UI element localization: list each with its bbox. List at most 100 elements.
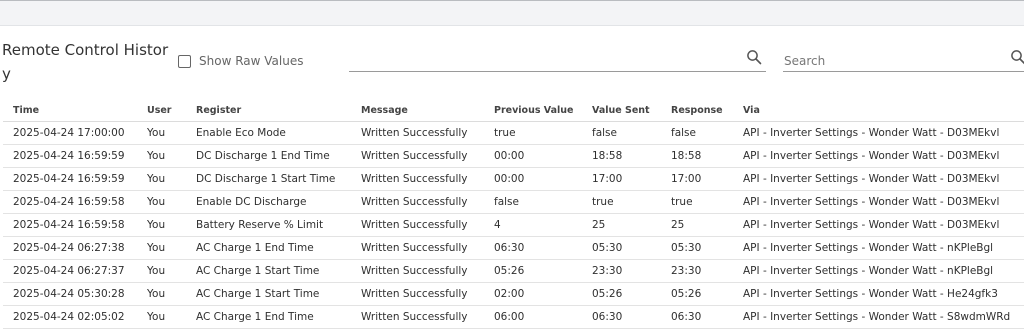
- cell-time: 2025-04-24 16:59:59: [3, 144, 137, 168]
- cell-value-sent: false: [582, 121, 661, 145]
- cell-response: 25: [661, 213, 733, 237]
- cell-message: Written Successfully: [351, 236, 484, 260]
- cell-response: true: [661, 190, 733, 214]
- cell-via: API - Inverter Settings - Wonder Watt - …: [733, 213, 1024, 237]
- cell-time: 2025-04-24 06:27:37: [3, 259, 137, 283]
- cell-value-sent: 17:00: [582, 167, 661, 191]
- cell-time: 2025-04-24 16:59:59: [3, 167, 137, 191]
- column-header-register[interactable]: Register: [186, 99, 351, 122]
- cell-value-sent: true: [582, 190, 661, 214]
- table-row[interactable]: 2025-04-24 16:59:58 You Enable DC Discha…: [3, 190, 1024, 214]
- cell-message: Written Successfully: [351, 282, 484, 306]
- cell-value-sent: 18:58: [582, 144, 661, 168]
- cell-via: API - Inverter Settings - Wonder Watt - …: [733, 144, 1024, 168]
- cell-via: API - Inverter Settings - Wonder Watt - …: [733, 190, 1024, 214]
- filter-field[interactable]: [349, 49, 767, 72]
- cell-user: You: [137, 213, 186, 237]
- cell-user: You: [137, 259, 186, 283]
- column-header-previous-value[interactable]: Previous Value: [484, 99, 582, 122]
- table-row[interactable]: 2025-04-24 17:00:00 You Enable Eco Mode …: [3, 121, 1024, 145]
- cell-time: 2025-04-24 05:30:28: [3, 282, 137, 306]
- cell-register: DC Discharge 1 End Time: [186, 144, 351, 168]
- cell-message: Written Successfully: [351, 190, 484, 214]
- cell-value-sent: 05:26: [582, 282, 661, 306]
- cell-message: Written Successfully: [351, 259, 484, 283]
- cell-via: API - Inverter Settings - Wonder Watt - …: [733, 259, 1024, 283]
- cell-previous-value: 06:00: [484, 305, 582, 329]
- table-row[interactable]: 2025-04-24 02:05:02 You AC Charge 1 End …: [3, 305, 1024, 329]
- table-row[interactable]: 2025-04-24 05:30:28 You AC Charge 1 Star…: [3, 282, 1024, 306]
- cell-via: API - Inverter Settings - Wonder Watt - …: [733, 305, 1024, 329]
- cell-via: API - Inverter Settings - Wonder Watt - …: [733, 121, 1024, 145]
- column-header-value-sent[interactable]: Value Sent: [582, 99, 661, 122]
- show-raw-values-label: Show Raw Values: [199, 54, 304, 68]
- cell-previous-value: 00:00: [484, 144, 582, 168]
- cell-message: Written Successfully: [351, 167, 484, 191]
- show-raw-values-toggle[interactable]: Show Raw Values: [178, 52, 303, 70]
- cell-time: 2025-04-24 17:00:00: [3, 121, 137, 145]
- cell-register: Battery Reserve % Limit: [186, 213, 351, 237]
- table-row[interactable]: 2025-04-24 06:27:38 You AC Charge 1 End …: [3, 236, 1024, 260]
- show-raw-values-checkbox[interactable]: [178, 54, 191, 68]
- cell-user: You: [137, 190, 186, 214]
- cell-message: Written Successfully: [351, 121, 484, 145]
- cell-user: You: [137, 167, 186, 191]
- cell-via: API - Inverter Settings - Wonder Watt - …: [733, 236, 1024, 260]
- cell-previous-value: 4: [484, 213, 582, 237]
- table-row[interactable]: 2025-04-24 16:59:59 You DC Discharge 1 S…: [3, 167, 1024, 191]
- cell-value-sent: 25: [582, 213, 661, 237]
- search-field[interactable]: [783, 50, 1024, 72]
- cell-register: AC Charge 1 End Time: [186, 305, 351, 329]
- search-input[interactable]: [783, 51, 1024, 71]
- cell-user: You: [137, 236, 186, 260]
- column-header-user[interactable]: User: [137, 99, 186, 122]
- cell-time: 2025-04-24 16:59:58: [3, 213, 137, 237]
- cell-time: 2025-04-24 16:59:58: [3, 190, 137, 214]
- cell-register: AC Charge 1 Start Time: [186, 259, 351, 283]
- cell-previous-value: 05:26: [484, 259, 582, 283]
- table-row[interactable]: 2025-04-24 16:59:59 You DC Discharge 1 E…: [3, 144, 1024, 168]
- cell-user: You: [137, 121, 186, 145]
- cell-time: 2025-04-24 06:27:38: [3, 236, 137, 260]
- cell-previous-value: 06:30: [484, 236, 582, 260]
- column-header-via[interactable]: Via: [733, 99, 1024, 122]
- cell-register: AC Charge 1 Start Time: [186, 282, 351, 306]
- cell-message: Written Successfully: [351, 213, 484, 237]
- cell-response: 23:30: [661, 259, 733, 283]
- table-row[interactable]: 2025-04-24 06:27:37 You AC Charge 1 Star…: [3, 259, 1024, 283]
- search-icon[interactable]: [1010, 49, 1024, 65]
- column-header-response[interactable]: Response: [661, 99, 733, 122]
- column-header-time[interactable]: Time: [3, 99, 137, 122]
- cell-previous-value: true: [484, 121, 582, 145]
- cell-response: 05:26: [661, 282, 733, 306]
- cell-response: false: [661, 121, 733, 145]
- top-bar: [0, 0, 1024, 26]
- cell-register: Enable Eco Mode: [186, 121, 351, 145]
- cell-previous-value: false: [484, 190, 582, 214]
- cell-response: 05:30: [661, 236, 733, 260]
- cell-via: API - Inverter Settings - Wonder Watt - …: [733, 282, 1024, 306]
- cell-user: You: [137, 305, 186, 329]
- cell-message: Written Successfully: [351, 144, 484, 168]
- cell-user: You: [137, 282, 186, 306]
- cell-response: 18:58: [661, 144, 733, 168]
- cell-time: 2025-04-24 02:05:02: [3, 305, 137, 329]
- filter-input[interactable]: [349, 51, 767, 71]
- table-row[interactable]: 2025-04-24 16:59:58 You Battery Reserve …: [3, 213, 1024, 237]
- search-icon[interactable]: [746, 49, 762, 65]
- cell-register: DC Discharge 1 Start Time: [186, 167, 351, 191]
- cell-register: AC Charge 1 End Time: [186, 236, 351, 260]
- table-header-row: Time User Register Message Previous Valu…: [3, 99, 1024, 122]
- column-header-message[interactable]: Message: [351, 99, 484, 122]
- cell-response: 17:00: [661, 167, 733, 191]
- page-title: Remote Control History: [2, 41, 169, 83]
- cell-response: 06:30: [661, 305, 733, 329]
- cell-user: You: [137, 144, 186, 168]
- cell-via: API - Inverter Settings - Wonder Watt - …: [733, 167, 1024, 191]
- cell-value-sent: 05:30: [582, 236, 661, 260]
- cell-message: Written Successfully: [351, 305, 484, 329]
- cell-previous-value: 02:00: [484, 282, 582, 306]
- cell-register: Enable DC Discharge: [186, 190, 351, 214]
- history-table: Time User Register Message Previous Valu…: [3, 99, 1024, 329]
- cell-value-sent: 23:30: [582, 259, 661, 283]
